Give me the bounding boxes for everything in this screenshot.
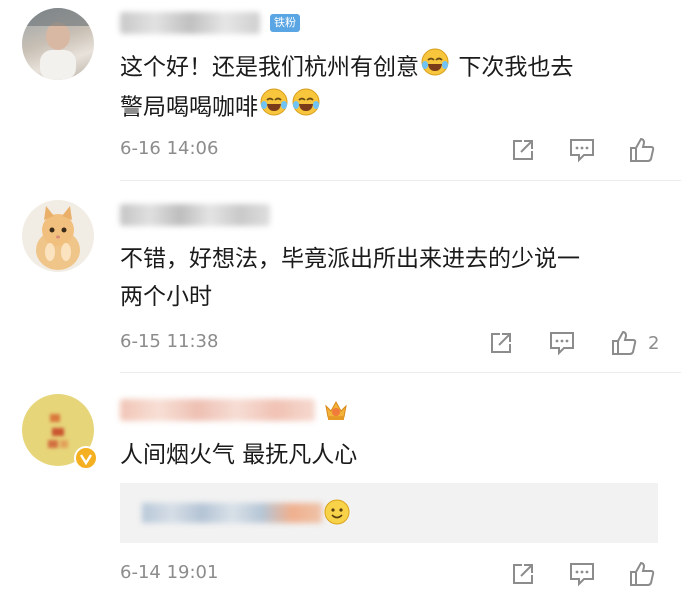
comment-date: 6-14 19:01 bbox=[120, 562, 219, 583]
laugh-cry-emoji bbox=[421, 48, 449, 88]
comment-actions bbox=[510, 136, 656, 164]
comment-actions: 2 bbox=[488, 329, 659, 357]
comment-text-line: 不错，好想法，毕竟派出所出来进去的少说一 bbox=[120, 246, 580, 272]
reply-button[interactable] bbox=[548, 330, 576, 356]
cat-avatar-image bbox=[36, 206, 80, 270]
comment-date: 6-15 11:38 bbox=[120, 331, 219, 352]
like-button[interactable]: 2 bbox=[610, 329, 659, 357]
comment-actions bbox=[510, 560, 656, 588]
share-button[interactable] bbox=[488, 330, 514, 356]
smile-emoji bbox=[324, 499, 350, 529]
verified-icon bbox=[74, 446, 98, 470]
like-button[interactable] bbox=[628, 560, 656, 588]
share-button[interactable] bbox=[510, 561, 536, 587]
share-icon bbox=[491, 333, 511, 353]
username-row bbox=[120, 398, 349, 422]
like-icon bbox=[630, 561, 655, 586]
avatar[interactable] bbox=[22, 200, 94, 272]
comment-text: 这个好！还是我们杭州有创意 下次我也去 警局喝喝咖啡 bbox=[120, 48, 660, 128]
sub-reply-blurred bbox=[142, 503, 322, 523]
reply-button[interactable] bbox=[568, 561, 596, 587]
avatar[interactable] bbox=[22, 8, 94, 80]
like-button[interactable] bbox=[628, 136, 656, 164]
comment-item: 不错，好想法，毕竟派出所出来进去的少说一 两个小时 6-15 11:38 2 bbox=[0, 180, 681, 372]
comment-text: 不错，好想法，毕竟派出所出来进去的少说一 两个小时 bbox=[120, 240, 660, 316]
comment-item: 铁粉 这个好！还是我们杭州有创意 下次我也去 警局喝喝咖啡 6-16 14:06 bbox=[0, 0, 681, 180]
comment-icon bbox=[570, 139, 594, 163]
like-icon bbox=[630, 137, 655, 162]
username-blurred[interactable] bbox=[120, 12, 260, 34]
share-icon bbox=[513, 140, 533, 160]
comment-icon bbox=[570, 563, 594, 587]
share-button[interactable] bbox=[510, 137, 536, 163]
comment-text-part: 下次我也去 bbox=[458, 54, 574, 81]
username-blurred[interactable] bbox=[120, 204, 270, 226]
sub-reply-box[interactable] bbox=[120, 483, 658, 543]
comment-text-part: 警局喝喝咖啡 bbox=[120, 94, 258, 121]
comment-text-part: 这个好！还是我们杭州有创意 bbox=[120, 54, 419, 81]
like-icon bbox=[612, 330, 637, 355]
username-row: 铁粉 bbox=[120, 12, 300, 34]
comment-icon bbox=[550, 332, 574, 356]
crown-icon bbox=[323, 398, 349, 422]
avatar-image bbox=[22, 8, 94, 80]
like-count: 2 bbox=[648, 332, 660, 354]
reply-button[interactable] bbox=[568, 137, 596, 163]
laugh-cry-emoji bbox=[292, 88, 320, 128]
fan-badge: 铁粉 bbox=[270, 14, 300, 32]
comment-item: 人间烟火气 最抚凡人心 6-14 19:01 bbox=[0, 372, 681, 601]
comment-date: 6-16 14:06 bbox=[120, 138, 219, 159]
laugh-cry-emoji bbox=[260, 88, 288, 128]
comment-text-line: 两个小时 bbox=[120, 284, 212, 310]
comment-text: 人间烟火气 最抚凡人心 bbox=[120, 442, 358, 468]
share-icon bbox=[513, 564, 533, 584]
username-blurred[interactable] bbox=[120, 399, 315, 421]
username-row bbox=[120, 204, 270, 226]
